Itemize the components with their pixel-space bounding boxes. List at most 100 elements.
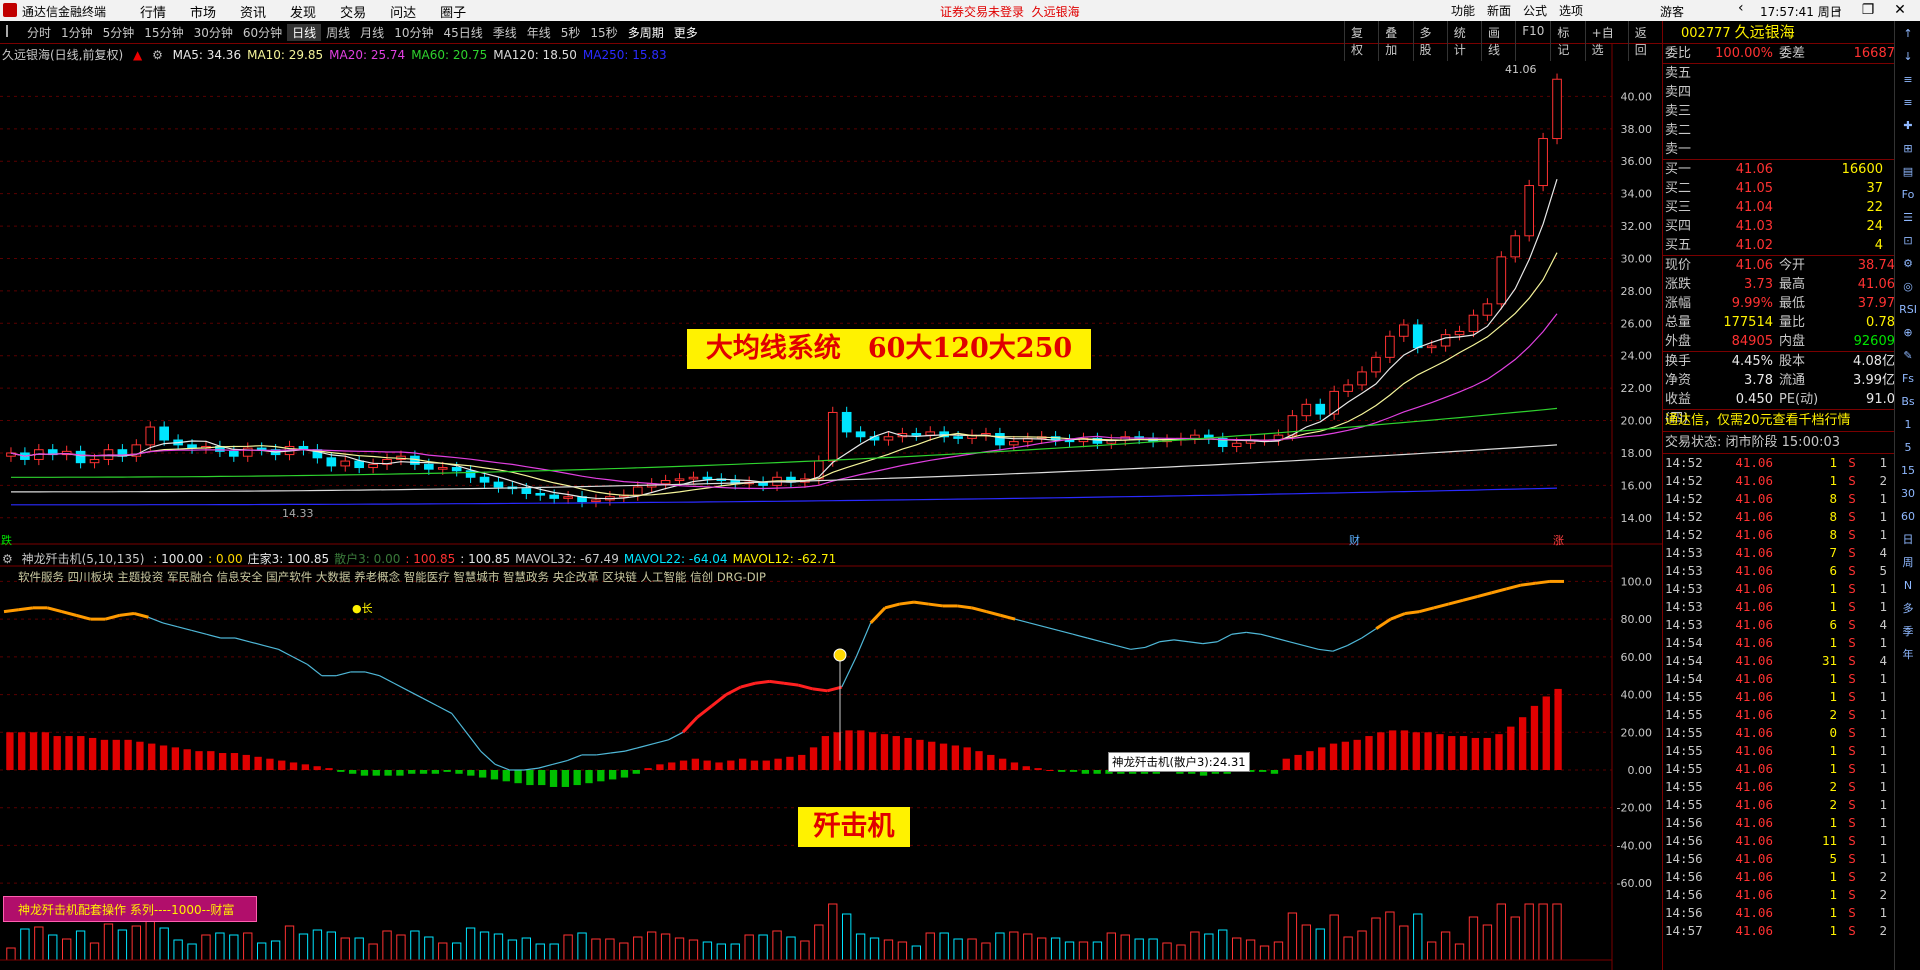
toolbar-button[interactable]: 年 — [1898, 646, 1918, 664]
minimize-icon[interactable]: – — [1826, 0, 1850, 21]
toolbar-button[interactable]: N — [1898, 577, 1918, 595]
toolbar-button[interactable]: ✚ — [1898, 117, 1918, 135]
tab-period-10min[interactable]: 10分钟 — [389, 24, 438, 41]
indicator-line-segment — [465, 731, 482, 752]
toolbar-button[interactable]: 多 — [1898, 600, 1918, 618]
indicator-bar — [502, 770, 510, 782]
toolbar-button[interactable]: ≡ — [1898, 94, 1918, 112]
tab-period-5min[interactable]: 5分钟 — [98, 24, 140, 41]
toolbar-button[interactable]: 周 — [1898, 554, 1918, 572]
menu-item-options[interactable]: 选项 — [1553, 2, 1589, 19]
toolbar-button[interactable]: Fo — [1898, 186, 1918, 204]
volume-bar — [1037, 937, 1047, 961]
guest-label[interactable]: 游客 — [1660, 3, 1684, 20]
volume-bar — [1329, 914, 1339, 961]
menu-item[interactable]: 资讯 — [228, 2, 278, 21]
tab-period-45day[interactable]: 45日线 — [438, 24, 487, 41]
menu-item[interactable]: 行情 — [128, 2, 178, 21]
indicator-bar — [408, 770, 416, 774]
toolbar-button[interactable]: ◎ — [1898, 278, 1918, 296]
menu-item-new-page[interactable]: 新面 — [1481, 2, 1517, 19]
quote-header: 002777 久远银海 — [1663, 21, 1895, 44]
toolbar-button[interactable]: Fs — [1898, 370, 1918, 388]
tab-period-daily[interactable]: 日线 — [287, 24, 322, 41]
volume-bar — [688, 939, 699, 961]
sell-level-row[interactable]: 卖五 — [1663, 64, 1895, 83]
toolbar-button[interactable]: ✎ — [1898, 347, 1918, 365]
tab-period-5sec[interactable]: 5秒 — [556, 24, 586, 41]
back-arrow-icon[interactable]: ‹ — [1738, 0, 1744, 16]
tick-list[interactable]: 14:52 41.06 1 S 1 14:52 41.06 1 S 2 14:52 41.06 8 S 1 1… — [1663, 454, 1895, 940]
menu-item[interactable]: 交易 — [328, 2, 378, 21]
toolbar-button[interactable]: ↓ — [1898, 48, 1918, 66]
indicator-bar — [77, 736, 85, 770]
toolbar-button[interactable]: 日 — [1898, 531, 1918, 549]
toolbar-button[interactable]: ⊡ — [1898, 232, 1918, 250]
tick-row: 14:53 41.06 1 S 1 — [1663, 598, 1895, 616]
toolbar-button[interactable]: RSI — [1898, 301, 1918, 319]
toolbar-button[interactable]: ↑ — [1898, 25, 1918, 43]
sell-level-row[interactable]: 卖二 — [1663, 121, 1895, 140]
tab-period-quarterly[interactable]: 季线 — [488, 24, 522, 41]
buy-level-row[interactable]: 买四 41.03 24 — [1663, 217, 1895, 236]
tab-period-weekly[interactable]: 周线 — [321, 24, 355, 41]
sell-level-row[interactable]: 卖三 — [1663, 102, 1895, 121]
toolbar-button[interactable]: Bs — [1898, 393, 1918, 411]
toolbar-button[interactable]: 60 — [1898, 508, 1918, 526]
tab-period-15min[interactable]: 15分钟 — [139, 24, 188, 41]
toolbar-button[interactable]: ⊞ — [1898, 140, 1918, 158]
buy-level-row[interactable]: 买二 41.05 37 — [1663, 179, 1895, 198]
indicator-line-segment — [278, 648, 294, 658]
tick-count: 2 — [1879, 923, 1887, 938]
login-notice[interactable]: 证券交易未登录 久远银海 — [940, 3, 1080, 20]
tab-period-60min[interactable]: 60分钟 — [238, 24, 287, 41]
indicator-line-segment — [206, 633, 221, 639]
toolbar-button[interactable]: ☰ — [1898, 209, 1918, 227]
tick-count: 4 — [1879, 545, 1887, 560]
toolbar-button[interactable]: 季 — [1898, 623, 1918, 641]
toolbar-button[interactable]: ⊕ — [1898, 324, 1918, 342]
menu-item[interactable]: 圈子 — [428, 2, 478, 21]
sidebar-toggle-icon[interactable] — [6, 25, 16, 37]
tick-volume: 1 — [1829, 635, 1837, 650]
tab-period-15sec[interactable]: 15秒 — [585, 24, 622, 41]
tab-multi-period[interactable]: 多周期 — [623, 24, 669, 41]
volume-bar — [1078, 941, 1089, 961]
sell-level-row[interactable]: 卖一 — [1663, 140, 1895, 159]
menu-item[interactable]: 问达 — [378, 2, 428, 21]
buy-level-row[interactable]: 买三 41.04 22 — [1663, 198, 1895, 217]
toolbar-button[interactable]: ⚙ — [1898, 255, 1918, 273]
tick-volume: 31 — [1821, 653, 1837, 668]
toolbar-button[interactable]: 15 — [1898, 462, 1918, 480]
tab-period-timeshare[interactable]: 分时 — [22, 24, 56, 41]
tab-period-monthly[interactable]: 月线 — [355, 24, 389, 41]
toolbar-button[interactable]: 1 — [1898, 416, 1918, 434]
indicator-line-segment — [3, 608, 19, 614]
tab-more[interactable]: 更多 — [669, 24, 703, 41]
buy-level-row[interactable]: 买一 41.06 16600 — [1663, 160, 1895, 179]
finance-mark[interactable]: 财 — [1349, 532, 1360, 548]
tab-period-30min[interactable]: 30分钟 — [189, 24, 238, 41]
toolbar-button[interactable]: ▤ — [1898, 163, 1918, 181]
series-button[interactable]: 神龙歼击机配套操作 系列----1000--财富 — [3, 896, 257, 922]
toolbar-button[interactable]: ≡ — [1898, 71, 1918, 89]
buy-level-row[interactable]: 买五 41.02 4 — [1663, 236, 1895, 255]
tab-period-yearly[interactable]: 年线 — [522, 24, 556, 41]
indicator-settings-icon[interactable]: ⚙ — [2, 552, 13, 566]
menu-item[interactable]: 发现 — [278, 2, 328, 21]
indicator-line-segment — [437, 705, 453, 714]
sell-level-row[interactable]: 卖四 — [1663, 83, 1895, 102]
close-icon[interactable]: ✕ — [1888, 0, 1912, 21]
indicator-line-segment — [18, 606, 34, 612]
menu-item[interactable]: 市场 — [178, 2, 228, 21]
toolbar-button[interactable]: 5 — [1898, 439, 1918, 457]
stock-name: 久远银海 — [1734, 23, 1795, 41]
menu-item-function[interactable]: 功能 — [1445, 2, 1481, 19]
tick-price: 41.06 — [1735, 527, 1773, 542]
menu-item-formula[interactable]: 公式 — [1517, 2, 1553, 19]
toolbar-button[interactable]: 30 — [1898, 485, 1918, 503]
tab-period-1min[interactable]: 1分钟 — [56, 24, 98, 41]
restore-icon[interactable]: ❐ — [1856, 0, 1880, 21]
tick-time: 14:56 — [1665, 905, 1703, 920]
depth-ad[interactable]: 通达信，仅需20元查看千档行情 — [1663, 410, 1895, 432]
